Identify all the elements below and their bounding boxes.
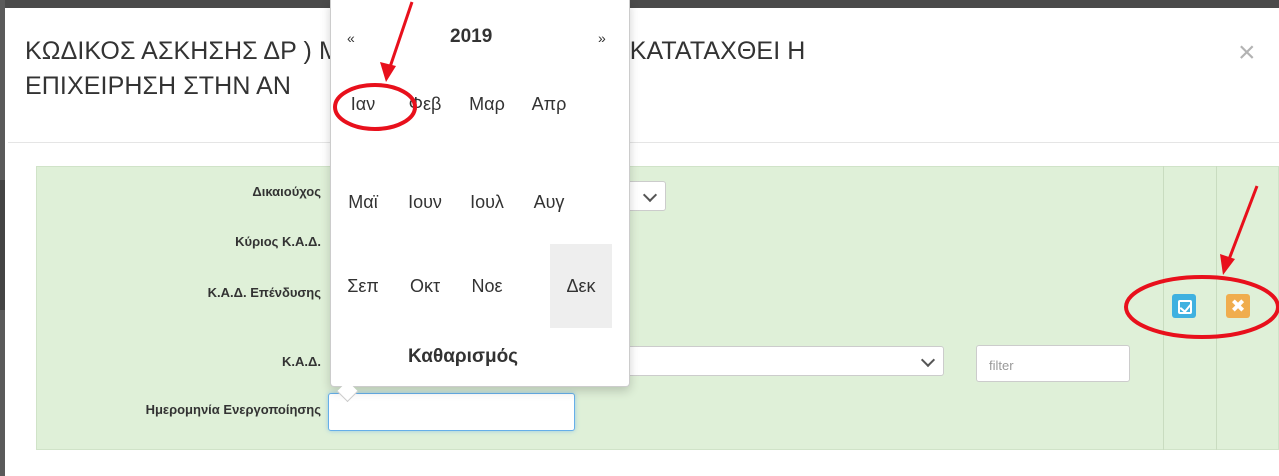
datepicker-year[interactable]: 2019: [450, 26, 492, 48]
main-kad-label: Κύριος Κ.Α.Δ.: [235, 234, 321, 249]
datepicker-clear-button[interactable]: Καθαρισμός: [408, 346, 518, 368]
backdrop-mark: [0, 180, 5, 310]
month-mar[interactable]: Μαρ: [456, 62, 518, 146]
month-apr[interactable]: Απρ: [518, 62, 580, 146]
chevron-down-icon: [920, 352, 936, 368]
datepicker-prev-button[interactable]: «: [347, 30, 355, 46]
chevron-down-icon: [642, 187, 658, 203]
activation-date-input[interactable]: [328, 393, 575, 431]
month-aug[interactable]: Αυγ: [518, 160, 580, 244]
beneficiary-label: Δικαιούχος: [252, 184, 321, 199]
backdrop-left-strip: [0, 0, 5, 476]
close-icon: ✖: [1230, 296, 1246, 316]
backdrop-top-bar: [0, 0, 1279, 8]
close-icon[interactable]: ×: [1238, 38, 1256, 68]
activation-date-label: Ημερομηνία Ενεργοποίησης: [145, 402, 321, 417]
month-feb[interactable]: Φεβ: [394, 62, 456, 146]
month-sep[interactable]: Σεπ: [332, 244, 394, 328]
kad-select[interactable]: [620, 346, 944, 376]
cancel-button[interactable]: ✖: [1226, 294, 1250, 318]
column-divider: [1216, 166, 1217, 450]
month-nov[interactable]: Νοε: [456, 244, 518, 328]
filter-input[interactable]: filter: [976, 345, 1130, 382]
column-divider: [1163, 166, 1164, 450]
edit-check-icon[interactable]: [1172, 294, 1196, 318]
modal-header-divider: [8, 142, 1279, 143]
month-dec[interactable]: Δεκ: [550, 244, 612, 328]
investment-kad-label: Κ.Α.Δ. Επένδυσης: [207, 285, 321, 300]
month-jul[interactable]: Ιουλ: [456, 160, 518, 244]
datepicker-next-button[interactable]: »: [598, 30, 606, 46]
kad-label: Κ.Α.Δ.: [282, 354, 321, 369]
month-oct[interactable]: Οκτ: [394, 244, 456, 328]
month-jun[interactable]: Ιουν: [394, 160, 456, 244]
month-may[interactable]: Μαϊ: [332, 160, 394, 244]
month-jan[interactable]: Ιαν: [332, 62, 394, 146]
